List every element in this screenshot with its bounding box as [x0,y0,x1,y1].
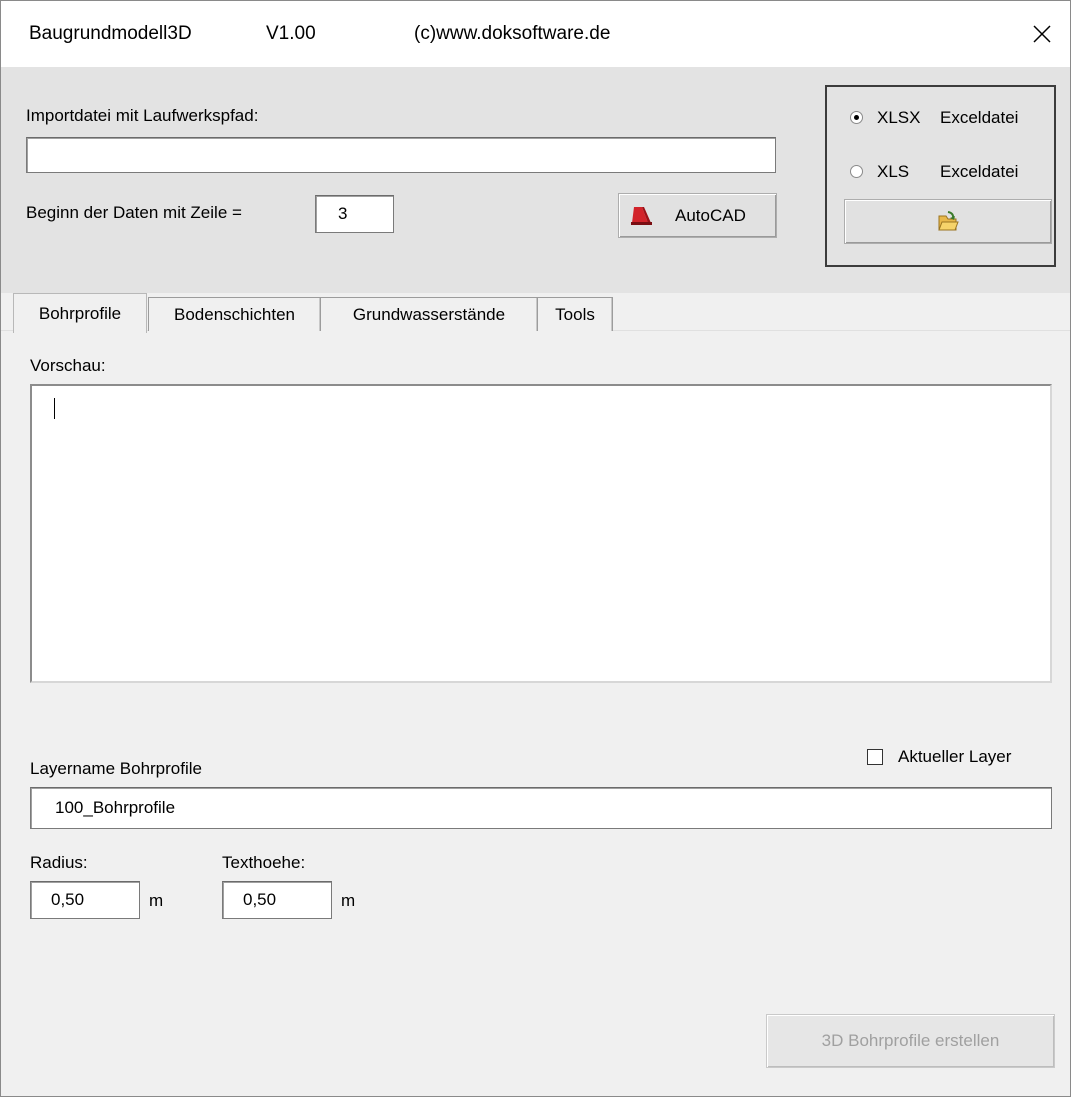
tab-tools[interactable]: Tools [537,297,613,331]
autocad-button[interactable]: AutoCAD [618,193,777,238]
radio-xls-desc: Exceldatei [940,162,1019,181]
autocad-button-label: AutoCAD [675,205,746,225]
autocad-icon [631,206,652,225]
tab-bodenschichten-label: Bodenschichten [174,304,295,324]
tab-grundwasserstaende[interactable]: Grundwasserstände [320,297,538,331]
preview-textarea[interactable] [30,384,1052,683]
create-3d-bohrprofile-button[interactable]: 3D Bohrprofile erstellen [766,1014,1055,1068]
tab-bohrprofile-label: Bohrprofile [38,303,122,323]
start-row-label: Beginn der Daten mit Zeile = [26,203,242,222]
copyright-text: (c)www.doksoftware.de [414,23,611,44]
text-height-label: Texthoehe: [222,853,306,872]
layer-name-label: Layername Bohrprofile [30,759,202,778]
text-height-unit: m [341,891,356,910]
tab-bohrprofile[interactable]: Bohrprofile [13,293,147,333]
radio-xlsx[interactable] [850,111,863,124]
text-caret [54,398,55,419]
preview-label: Vorschau: [30,356,106,375]
open-file-button[interactable] [844,199,1052,244]
current-layer-checkbox[interactable] [867,749,883,765]
radio-xls-label: XLS [877,162,910,181]
tab-bodenschichten[interactable]: Bodenschichten [148,297,321,331]
text-height-input[interactable] [222,881,332,919]
tab-grundwasserstaende-label: Grundwasserstände [352,304,506,324]
open-folder-icon [938,210,959,230]
create-button-label: 3D Bohrprofile erstellen [821,1031,1000,1050]
radius-label: Radius: [30,853,88,872]
start-row-input[interactable] [315,195,394,233]
radius-input[interactable] [30,881,140,919]
import-path-input[interactable] [26,137,776,173]
tab-tools-label: Tools [555,304,595,324]
radio-xls[interactable] [850,165,863,178]
title-bar: Baugrundmodell3D V1.00 (c)www.doksoftwar… [1,1,1070,67]
app-title: Baugrundmodell3D [29,23,192,44]
app-version: V1.00 [266,23,316,44]
radio-selected-dot [854,115,859,120]
close-icon [1033,25,1051,43]
radius-unit: m [149,891,164,910]
layer-name-input[interactable] [30,787,1052,829]
close-button[interactable] [1014,1,1070,67]
main-window: Baugrundmodell3D V1.00 (c)www.doksoftwar… [0,0,1071,1097]
radio-xlsx-label: XLSX [877,108,921,127]
radio-xlsx-desc: Exceldatei [940,108,1019,127]
import-path-label: Importdatei mit Laufwerkspfad: [26,106,259,125]
current-layer-label: Aktueller Layer [898,747,1012,766]
